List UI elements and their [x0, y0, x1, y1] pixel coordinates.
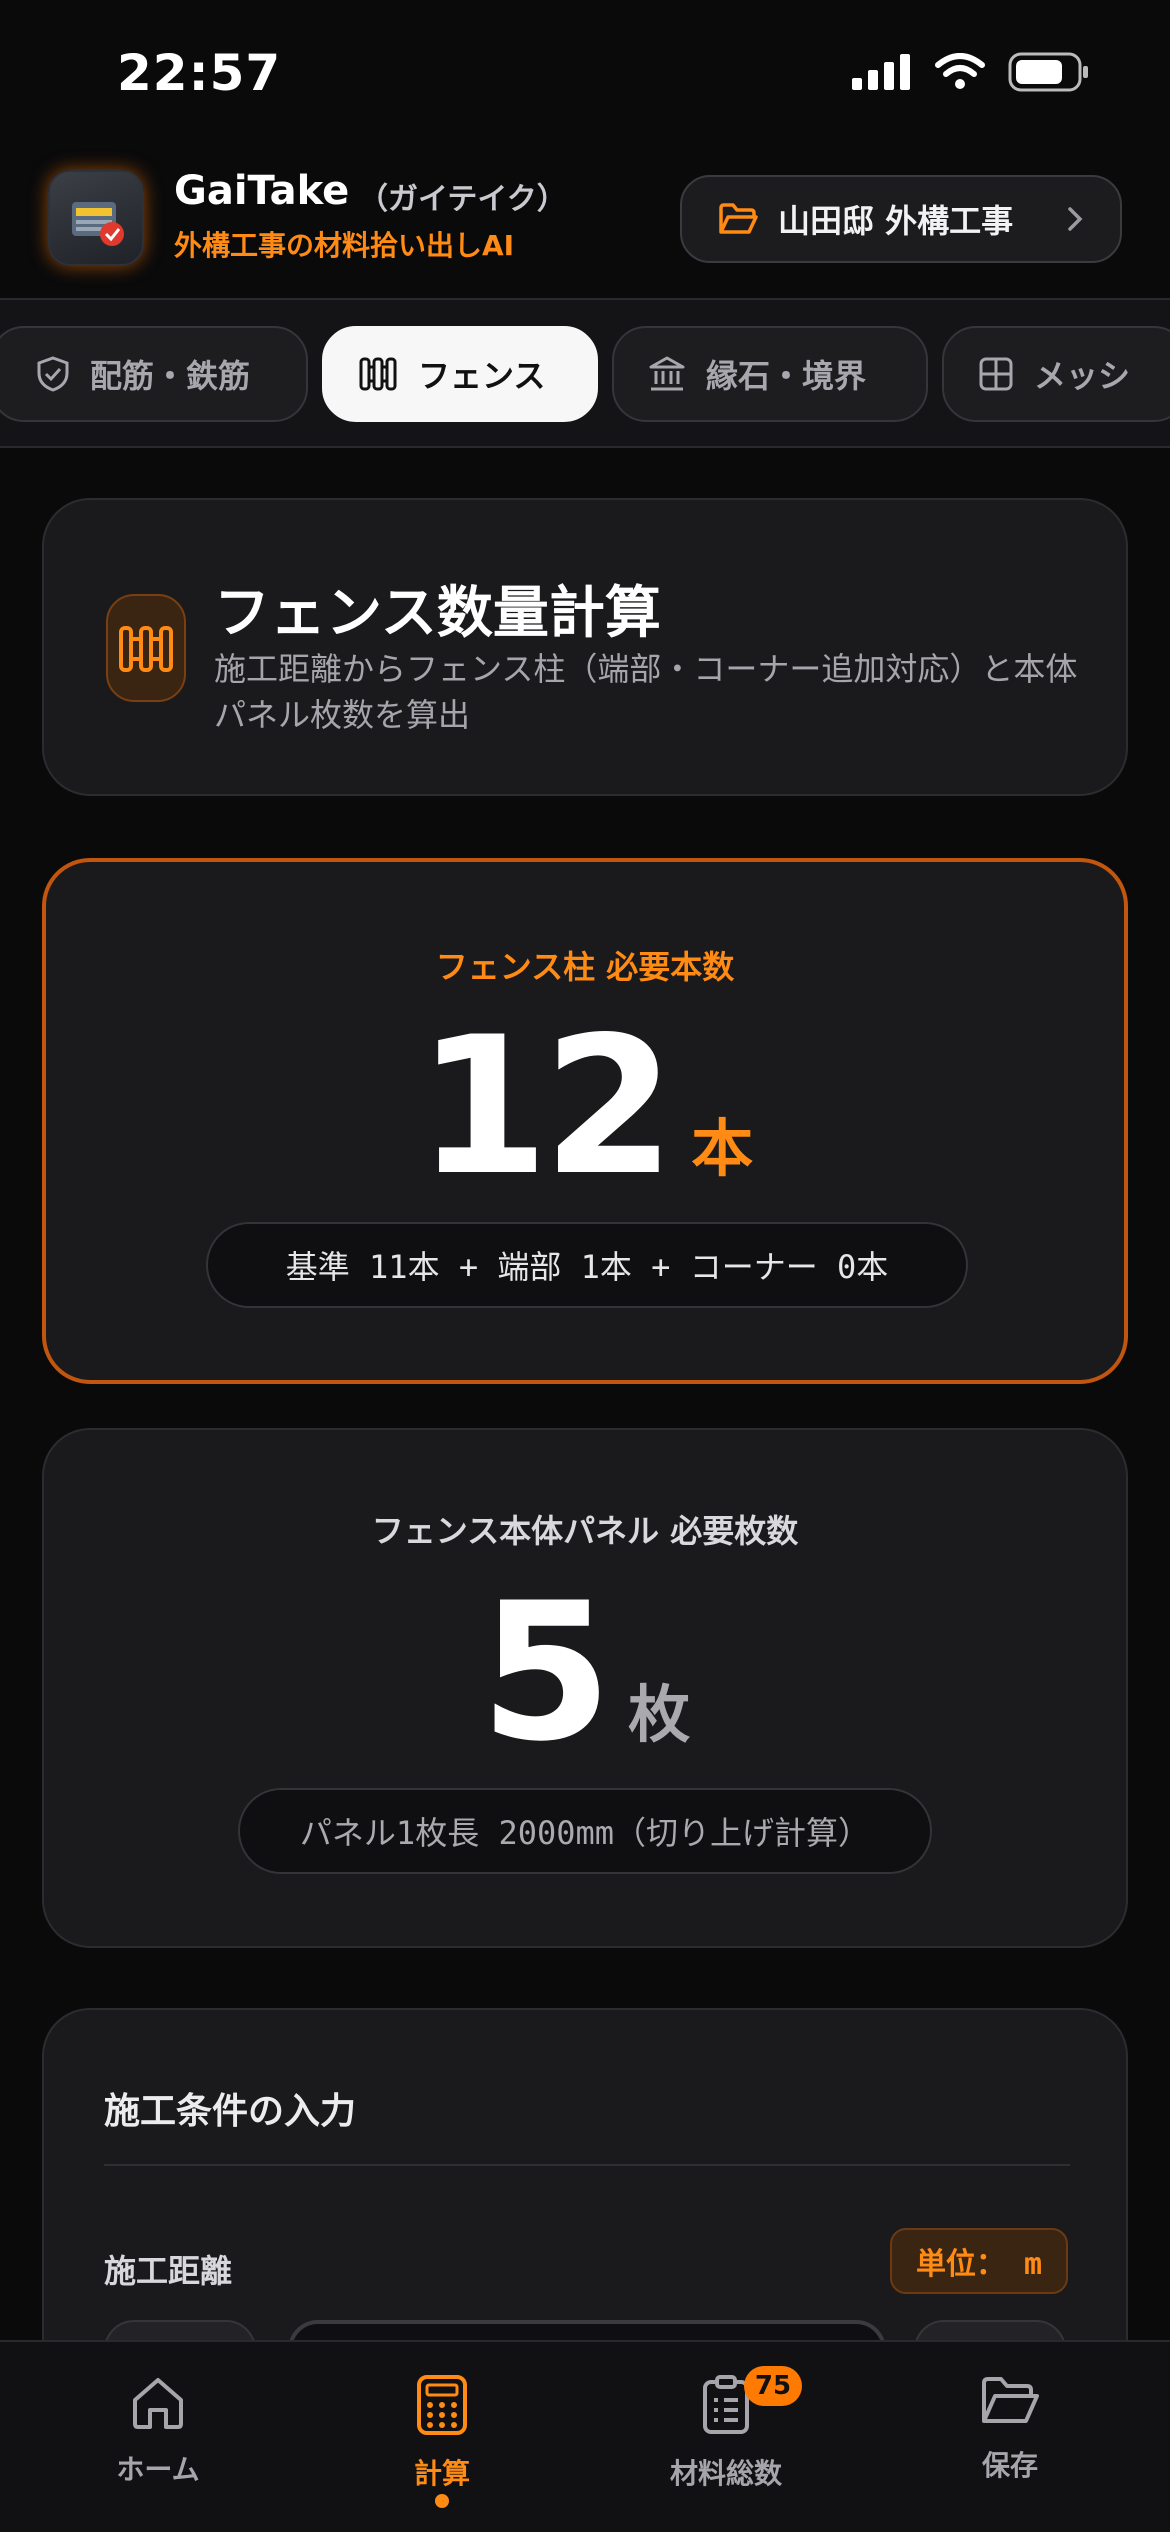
unit-badge: 単位： m [890, 2228, 1068, 2294]
grid-icon [979, 357, 1013, 391]
post-count-value: 12 [416, 996, 675, 1217]
wifi-icon [935, 53, 985, 89]
status-time: 22:57 [117, 44, 282, 102]
divider [104, 2164, 1070, 2166]
fence-icon-badge [106, 594, 186, 702]
nav-calculate[interactable]: 計算 [342, 2374, 542, 2508]
tab-rebar[interactable]: 配筋・鉄筋 [0, 326, 308, 422]
nav-materials[interactable]: 75 材料総数 [626, 2366, 826, 2492]
page-title: フェンス数量計算 [214, 581, 661, 646]
nav-label: 材料総数 [669, 2457, 782, 2490]
shield-check-icon [37, 356, 69, 392]
post-count-unit: 本 [691, 1112, 754, 1185]
folder-open-icon [719, 203, 758, 234]
tab-curb[interactable]: 縁石・境界 [612, 326, 928, 422]
post-count-label: フェンス柱 必要本数 [435, 948, 735, 986]
tab-label: フェンス [418, 357, 546, 395]
home-icon [133, 2378, 183, 2429]
panel-count-label: フェンス本体パネル 必要枚数 [371, 1512, 799, 1550]
project-name: 山田邸 外構工事 [778, 202, 1014, 240]
calculator-icon [417, 2375, 467, 2435]
distance-label: 施工距離 [104, 2252, 233, 2290]
tab-label: メッシ [1034, 357, 1131, 395]
post-breakdown: 基準 11本 + 端部 1本 + コーナー 0本 [206, 1222, 968, 1308]
chevron-right-icon [1068, 207, 1083, 231]
nav-save[interactable]: 保存 [910, 2374, 1110, 2484]
nav-label: 保存 [981, 2449, 1038, 2482]
nav-home[interactable]: ホーム [58, 2374, 258, 2488]
status-icons [852, 52, 1090, 92]
app-name: GaiTake [174, 168, 350, 214]
panel-count-unit: 枚 [628, 1678, 691, 1751]
category-tabs: 配筋・鉄筋 フェンス 縁石・境界 メッシ [0, 298, 1170, 448]
app-tagline: 外構工事の材料拾い出しAI [174, 229, 515, 262]
panel-note: パネル1枚長 2000mm（切り上げ計算） [238, 1788, 932, 1874]
bottom-nav: ホーム 計算 75 材料総数 保存 [0, 2340, 1170, 2532]
tab-label: 縁石・境界 [706, 357, 867, 395]
materials-count-badge: 75 [744, 2366, 802, 2406]
tab-fence[interactable]: フェンス [322, 326, 598, 422]
tab-mesh[interactable]: メッシ [942, 326, 1170, 422]
tab-label: 配筋・鉄筋 [90, 357, 251, 395]
folder-open-icon [982, 2377, 1039, 2423]
app-name-kana: （ガイテイク） [358, 182, 567, 217]
nav-label: 計算 [413, 2457, 470, 2490]
post-count-card: フェンス柱 必要本数 12 本 基準 11本 + 端部 1本 + コーナー 0本 [42, 858, 1128, 1384]
post-count-display: 12 本 [46, 1012, 1124, 1202]
bank-icon [649, 356, 685, 391]
fence-calc-info-card: フェンス数量計算 施工距離からフェンス柱（端部・コーナー追加対応）と本体パネル枚… [42, 498, 1128, 796]
active-indicator [435, 2494, 449, 2508]
panel-count-card: フェンス本体パネル 必要枚数 5 枚 パネル1枚長 2000mm（切り上げ計算） [42, 1428, 1128, 1948]
panel-count-display: 5 枚 [44, 1578, 1126, 1768]
signal-icon [852, 54, 910, 90]
battery-icon [1008, 52, 1088, 92]
fence-icon [119, 626, 173, 672]
page-description: 施工距離からフェンス柱（端部・コーナー追加対応）と本体パネル枚数を算出 [214, 650, 1078, 734]
nav-label: ホーム [116, 2453, 200, 2486]
project-selector-button[interactable]: 山田邸 外構工事 [680, 175, 1122, 263]
fence-icon [359, 357, 397, 391]
panel-count-value: 5 [479, 1562, 612, 1783]
app-logo [48, 170, 144, 266]
section-title: 施工条件の入力 [104, 2091, 357, 2132]
